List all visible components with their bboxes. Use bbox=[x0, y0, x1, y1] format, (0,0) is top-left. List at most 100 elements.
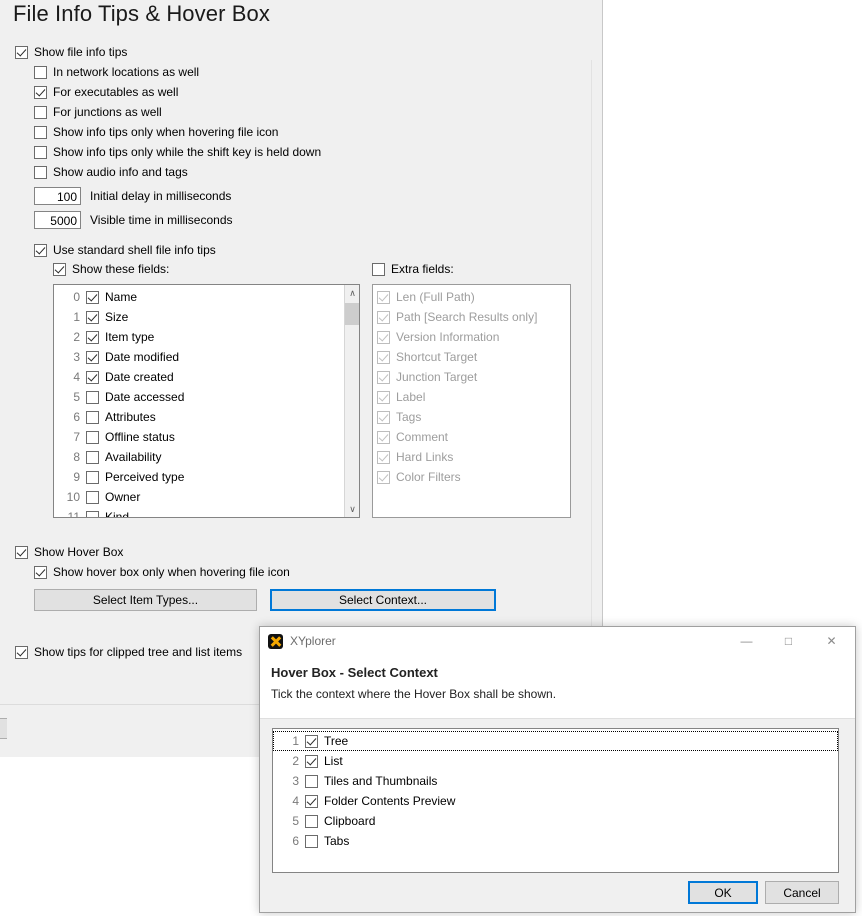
checkbox-indicator[interactable] bbox=[15, 645, 28, 659]
checkbox-show-file-info-tips[interactable]: Show file info tips bbox=[15, 45, 127, 59]
checkbox-indicator[interactable] bbox=[305, 754, 318, 768]
checkbox-indicator[interactable] bbox=[34, 105, 47, 119]
initial-delay-input[interactable] bbox=[34, 187, 81, 205]
checkbox-shift-key-held[interactable]: Show info tips only while the shift key … bbox=[34, 145, 321, 159]
checkbox-indicator[interactable] bbox=[305, 814, 318, 828]
checkbox-show-these-fields[interactable]: Show these fields: bbox=[53, 262, 169, 276]
checkbox-indicator[interactable] bbox=[86, 390, 99, 404]
checkbox-indicator[interactable] bbox=[34, 65, 47, 79]
checkbox-show-tips-clipped-items[interactable]: Show tips for clipped tree and list item… bbox=[15, 645, 242, 659]
list-item[interactable]: 5 Clipboard bbox=[273, 811, 838, 831]
checkbox-indicator[interactable] bbox=[377, 430, 390, 444]
checkbox-indicator[interactable] bbox=[34, 165, 47, 179]
checkbox-in-network-locations[interactable]: In network locations as well bbox=[34, 65, 199, 79]
list-item[interactable]: Tags bbox=[377, 407, 570, 427]
checkbox-indicator[interactable] bbox=[377, 410, 390, 424]
checkbox-indicator[interactable] bbox=[34, 145, 47, 159]
list-item[interactable]: 0 Name bbox=[54, 287, 344, 307]
checkbox-indicator[interactable] bbox=[377, 450, 390, 464]
checkbox-indicator[interactable] bbox=[377, 310, 390, 324]
list-item[interactable]: Shortcut Target bbox=[377, 347, 570, 367]
footer-partial-button[interactable] bbox=[0, 718, 7, 739]
checkbox-indicator[interactable] bbox=[305, 794, 318, 808]
checkbox-show-audio-info[interactable]: Show audio info and tags bbox=[34, 165, 188, 179]
checkbox-indicator[interactable] bbox=[86, 410, 99, 424]
scrollbar-thumb[interactable] bbox=[345, 303, 359, 325]
context-listbox[interactable]: 1 Tree 2 List 3 Tiles and Thumbnails 4 F… bbox=[272, 728, 839, 873]
list-item[interactable]: 10 Owner bbox=[54, 487, 344, 507]
list-item[interactable]: 9 Perceived type bbox=[54, 467, 344, 487]
list-item[interactable]: Label bbox=[377, 387, 570, 407]
select-context-button[interactable]: Select Context... bbox=[270, 589, 496, 611]
list-item[interactable]: 2 Item type bbox=[54, 327, 344, 347]
close-icon[interactable]: ✕ bbox=[809, 627, 854, 655]
checkbox-indicator[interactable] bbox=[86, 470, 99, 484]
checkbox-indicator[interactable] bbox=[53, 262, 66, 276]
visible-time-input[interactable] bbox=[34, 211, 81, 229]
checkbox-indicator[interactable] bbox=[377, 330, 390, 344]
list-item[interactable]: 1 Size bbox=[54, 307, 344, 327]
maximize-icon[interactable]: □ bbox=[766, 627, 811, 655]
scroll-down-icon[interactable]: ∨ bbox=[345, 501, 359, 517]
checkbox-indicator[interactable] bbox=[34, 565, 47, 579]
checkbox-indicator[interactable] bbox=[86, 490, 99, 504]
select-item-types-button[interactable]: Select Item Types... bbox=[34, 589, 257, 611]
show-fields-listbox[interactable]: 0 Name 1 Size 2 Item type 3 Date modifie… bbox=[53, 284, 360, 518]
checkbox-indicator[interactable] bbox=[377, 370, 390, 384]
list-item[interactable]: 5 Date accessed bbox=[54, 387, 344, 407]
scroll-up-icon[interactable]: ∧ bbox=[345, 285, 359, 301]
list-item[interactable]: 7 Offline status bbox=[54, 427, 344, 447]
list-item[interactable]: Junction Target bbox=[377, 367, 570, 387]
list-item[interactable]: Comment bbox=[377, 427, 570, 447]
checkbox-indicator[interactable] bbox=[34, 243, 47, 257]
ok-button[interactable]: OK bbox=[688, 881, 758, 904]
cancel-button[interactable]: Cancel bbox=[765, 881, 839, 904]
list-item[interactable]: 3 Date modified bbox=[54, 347, 344, 367]
checkbox-indicator[interactable] bbox=[86, 430, 99, 444]
checkbox-indicator[interactable] bbox=[86, 290, 99, 304]
checkbox-indicator[interactable] bbox=[86, 350, 99, 364]
list-item[interactable]: Color Filters bbox=[377, 467, 570, 487]
checkbox-indicator[interactable] bbox=[86, 510, 99, 517]
list-item[interactable]: 6 Tabs bbox=[273, 831, 838, 851]
checkbox-for-executables[interactable]: For executables as well bbox=[34, 85, 178, 99]
checkbox-indicator[interactable] bbox=[377, 390, 390, 404]
list-item[interactable]: 3 Tiles and Thumbnails bbox=[273, 771, 838, 791]
list-item[interactable]: 4 Folder Contents Preview bbox=[273, 791, 838, 811]
checkbox-for-junctions[interactable]: For junctions as well bbox=[34, 105, 162, 119]
checkbox-indicator[interactable] bbox=[305, 834, 318, 848]
list-item[interactable]: 1 Tree bbox=[273, 731, 838, 751]
list-item[interactable]: 11 Kind bbox=[54, 507, 344, 517]
checkbox-indicator[interactable] bbox=[34, 125, 47, 139]
dialog-subheading: Tick the context where the Hover Box sha… bbox=[271, 687, 557, 701]
checkbox-show-hover-box[interactable]: Show Hover Box bbox=[15, 545, 123, 559]
checkbox-indicator[interactable] bbox=[86, 370, 99, 384]
checkbox-indicator[interactable] bbox=[305, 774, 318, 788]
list-item[interactable]: 8 Availability bbox=[54, 447, 344, 467]
checkbox-indicator[interactable] bbox=[372, 262, 385, 276]
checkbox-use-standard-shell-tips[interactable]: Use standard shell file info tips bbox=[34, 243, 216, 257]
checkbox-indicator[interactable] bbox=[305, 734, 318, 748]
list-item[interactable]: Len (Full Path) bbox=[377, 287, 570, 307]
checkbox-indicator[interactable] bbox=[86, 450, 99, 464]
checkbox-indicator[interactable] bbox=[15, 545, 28, 559]
checkbox-indicator[interactable] bbox=[377, 290, 390, 304]
list-item[interactable]: Version Information bbox=[377, 327, 570, 347]
list-item[interactable]: Hard Links bbox=[377, 447, 570, 467]
vertical-scrollbar[interactable]: ∧ ∨ bbox=[344, 285, 359, 517]
extra-fields-listbox[interactable]: Len (Full Path) Path [Search Results onl… bbox=[372, 284, 571, 518]
list-item[interactable]: 4 Date created bbox=[54, 367, 344, 387]
list-item[interactable]: Path [Search Results only] bbox=[377, 307, 570, 327]
list-item[interactable]: 6 Attributes bbox=[54, 407, 344, 427]
minimize-icon[interactable]: — bbox=[724, 627, 769, 655]
checkbox-extra-fields[interactable]: Extra fields: bbox=[372, 262, 454, 276]
checkbox-indicator[interactable] bbox=[86, 310, 99, 324]
checkbox-hover-box-icon-only[interactable]: Show hover box only when hovering file i… bbox=[34, 565, 290, 579]
checkbox-indicator[interactable] bbox=[15, 45, 28, 59]
checkbox-hovering-file-icon[interactable]: Show info tips only when hovering file i… bbox=[34, 125, 278, 139]
checkbox-indicator[interactable] bbox=[34, 85, 47, 99]
checkbox-indicator[interactable] bbox=[377, 470, 390, 484]
checkbox-indicator[interactable] bbox=[86, 330, 99, 344]
list-item[interactable]: 2 List bbox=[273, 751, 838, 771]
checkbox-indicator[interactable] bbox=[377, 350, 390, 364]
